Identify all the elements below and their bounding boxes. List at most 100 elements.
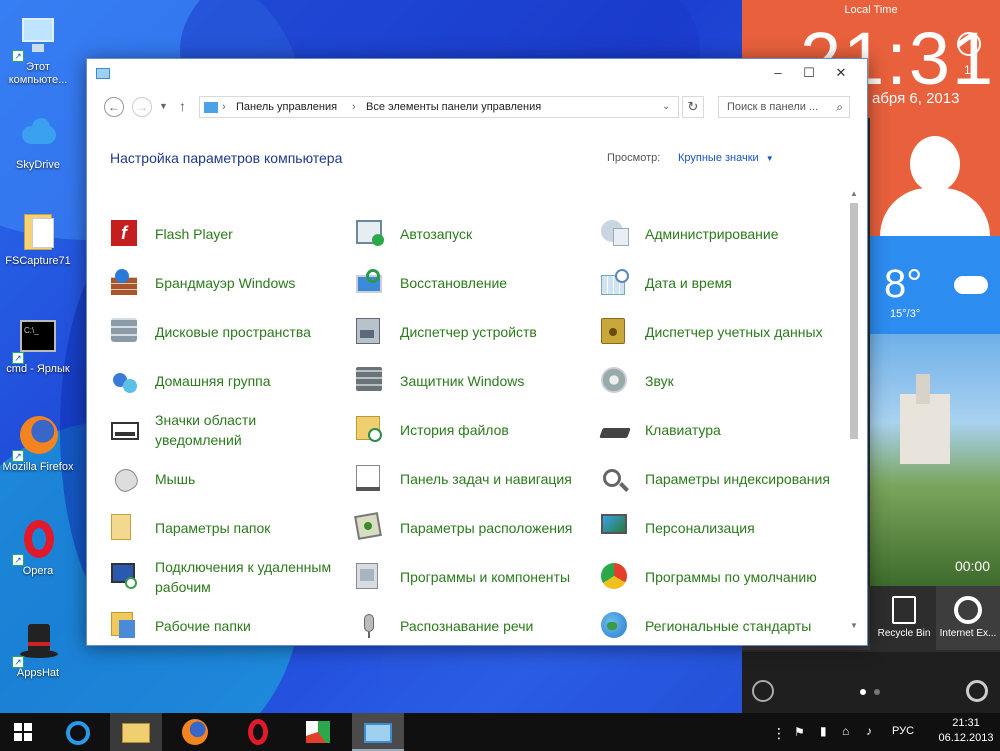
item-recovery[interactable]: Восстановление	[354, 263, 594, 303]
close-button[interactable]: ✕	[826, 61, 856, 85]
item-remote-desktop[interactable]: Подключения к удаленным рабочим	[109, 557, 349, 597]
item-default-programs[interactable]: Программы по умолчанию	[599, 557, 839, 597]
item-indexing-options[interactable]: Параметры индексирования	[599, 459, 839, 499]
desktop-icon-appshat[interactable]: ↗ AppsHat	[0, 620, 76, 680]
page-title: Настройка параметров компьютера	[110, 150, 343, 166]
vertical-scrollbar[interactable]: ▲ ▼	[847, 189, 861, 639]
item-credential-manager[interactable]: Диспетчер учетных данных	[599, 312, 839, 352]
programs-icon	[356, 563, 386, 591]
item-location-settings[interactable]: Параметры расположения	[354, 508, 594, 548]
item-device-manager[interactable]: Диспетчер устройств	[354, 312, 594, 352]
breadcrumb-separator: ›	[222, 101, 226, 113]
item-windows-defender[interactable]: Защитник Windows	[354, 361, 594, 401]
mouse-icon	[110, 464, 142, 496]
item-folder-options[interactable]: Параметры папок	[109, 508, 349, 548]
scroll-down-arrow-icon[interactable]: ▼	[850, 621, 858, 630]
defender-icon	[356, 367, 386, 395]
search-input[interactable]: Поиск в панели ... ⌕	[718, 96, 850, 118]
up-button[interactable]: ↑	[179, 98, 186, 114]
battery-icon[interactable]: ▮	[820, 724, 827, 738]
breadcrumb-all-items[interactable]: Все элементы панели управления	[366, 101, 541, 113]
address-dropdown-icon[interactable]: ⌄	[662, 101, 670, 112]
pencil-icon[interactable]	[752, 680, 774, 702]
taskbar-control-panel[interactable]	[352, 713, 404, 751]
personalization-icon	[601, 514, 631, 542]
desktop-icon-fscapture[interactable]: FSCapture71	[0, 208, 76, 268]
address-bar[interactable]: › Панель управления › Все элементы панел…	[199, 96, 679, 118]
firefox-icon: ↗	[12, 414, 60, 462]
internet-explorer-tile[interactable]: Internet Ex...	[936, 586, 1000, 650]
item-file-history[interactable]: История файлов	[354, 410, 594, 450]
item-administrative-tools[interactable]: Администрирование	[599, 214, 839, 254]
view-mode-dropdown[interactable]: Крупные значки ▼	[678, 152, 774, 164]
taskbar-fscapture[interactable]	[292, 713, 344, 751]
item-region[interactable]: Региональные стандарты	[599, 606, 839, 645]
breadcrumb-control-panel[interactable]: Панель управления	[236, 101, 337, 113]
item-label: Параметры папок	[155, 520, 271, 536]
breadcrumb-separator: ›	[352, 101, 356, 113]
clock[interactable]: 21:31 06.12.2013	[936, 717, 996, 744]
desktop-icon-skydrive[interactable]: SkyDrive	[0, 112, 76, 172]
scroll-up-arrow-icon[interactable]: ▲	[850, 189, 858, 198]
chevron-down-icon: ▼	[765, 154, 774, 163]
taskbar-opera[interactable]	[232, 713, 284, 751]
folder-options-icon	[111, 514, 141, 542]
item-autoplay[interactable]: Автозапуск	[354, 214, 594, 254]
firefox-icon	[182, 719, 208, 745]
minimize-button[interactable]: –	[763, 61, 793, 85]
desktop-icon-label: AppsHat	[16, 667, 60, 679]
item-flash-player[interactable]: f Flash Player	[109, 214, 349, 254]
item-homegroup[interactable]: Домашняя группа	[109, 361, 349, 401]
action-center-icon[interactable]: ⚑	[794, 725, 805, 739]
item-label: Мышь	[155, 471, 196, 487]
network-icon[interactable]: ⌂	[842, 724, 849, 738]
desktop-icon-computer[interactable]: ↗ Этот компьюте...	[0, 14, 76, 87]
recycle-bin-tile[interactable]: Recycle Bin	[872, 586, 936, 650]
page-dot[interactable]	[874, 689, 880, 695]
desktop-icon-opera[interactable]: ↗ Opera	[0, 518, 76, 578]
page-dot-active[interactable]	[860, 689, 866, 695]
desktop-icon-label: Этот компьюте...	[8, 61, 68, 86]
item-mouse[interactable]: Мышь	[109, 459, 349, 499]
item-taskbar-navigation[interactable]: Панель задач и навигация	[354, 459, 594, 499]
title-bar[interactable]: – ☐ ✕	[87, 59, 867, 89]
item-label: Рабочие папки	[155, 618, 251, 634]
default-programs-icon	[601, 563, 631, 591]
tray-overflow-icon[interactable]: ⋮	[772, 725, 786, 742]
item-work-folders[interactable]: Рабочие папки	[109, 606, 349, 645]
item-date-time[interactable]: Дата и время	[599, 263, 839, 303]
item-storage-spaces[interactable]: Дисковые пространства	[109, 312, 349, 352]
hat-icon: ↗	[12, 620, 60, 668]
gear-icon[interactable]	[966, 680, 988, 702]
taskbar-file-explorer[interactable]	[110, 713, 162, 751]
item-label: Восстановление	[400, 275, 508, 291]
taskbar-internet-explorer[interactable]	[52, 713, 104, 751]
photo-tile[interactable]: 00:00	[870, 334, 1000, 586]
item-programs-features[interactable]: Программы и компоненты	[354, 557, 594, 597]
language-indicator[interactable]: РУС	[892, 725, 914, 737]
forward-button[interactable]: →	[132, 97, 152, 117]
item-windows-firewall[interactable]: Брандмауэр Windows	[109, 263, 349, 303]
item-personalization[interactable]: Персонализация	[599, 508, 839, 548]
item-sound[interactable]: Звук	[599, 361, 839, 401]
keyboard-icon	[599, 416, 631, 444]
scroll-thumb[interactable]	[850, 203, 858, 439]
recent-locations-dropdown[interactable]: ▼	[159, 101, 168, 111]
alarm-number: 14	[964, 63, 978, 77]
user-tile[interactable]	[870, 118, 1000, 236]
desktop-icon-firefox[interactable]: ↗ Mozilla Firefox	[0, 414, 76, 474]
start-button[interactable]	[0, 713, 52, 751]
refresh-button[interactable]: ↻	[682, 96, 704, 118]
item-label: Клавиатура	[645, 422, 721, 438]
taskbar-firefox[interactable]	[170, 713, 222, 751]
maximize-button[interactable]: ☐	[794, 61, 824, 85]
cmd-icon: C:\_ ↗	[12, 316, 60, 364]
desktop-icon-cmd[interactable]: C:\_ ↗ cmd - Ярлык	[0, 316, 76, 376]
weather-tile[interactable]: 8° 15°/3°	[870, 236, 1000, 334]
item-notification-area-icons[interactable]: Значки области уведомлений	[109, 410, 349, 450]
back-button[interactable]: ←	[104, 97, 124, 117]
content-header: Настройка параметров компьютера Просмотр…	[87, 125, 867, 189]
volume-icon[interactable]: ♪	[866, 724, 872, 738]
item-speech-recognition[interactable]: Распознавание речи	[354, 606, 594, 645]
item-keyboard[interactable]: Клавиатура	[599, 410, 839, 450]
